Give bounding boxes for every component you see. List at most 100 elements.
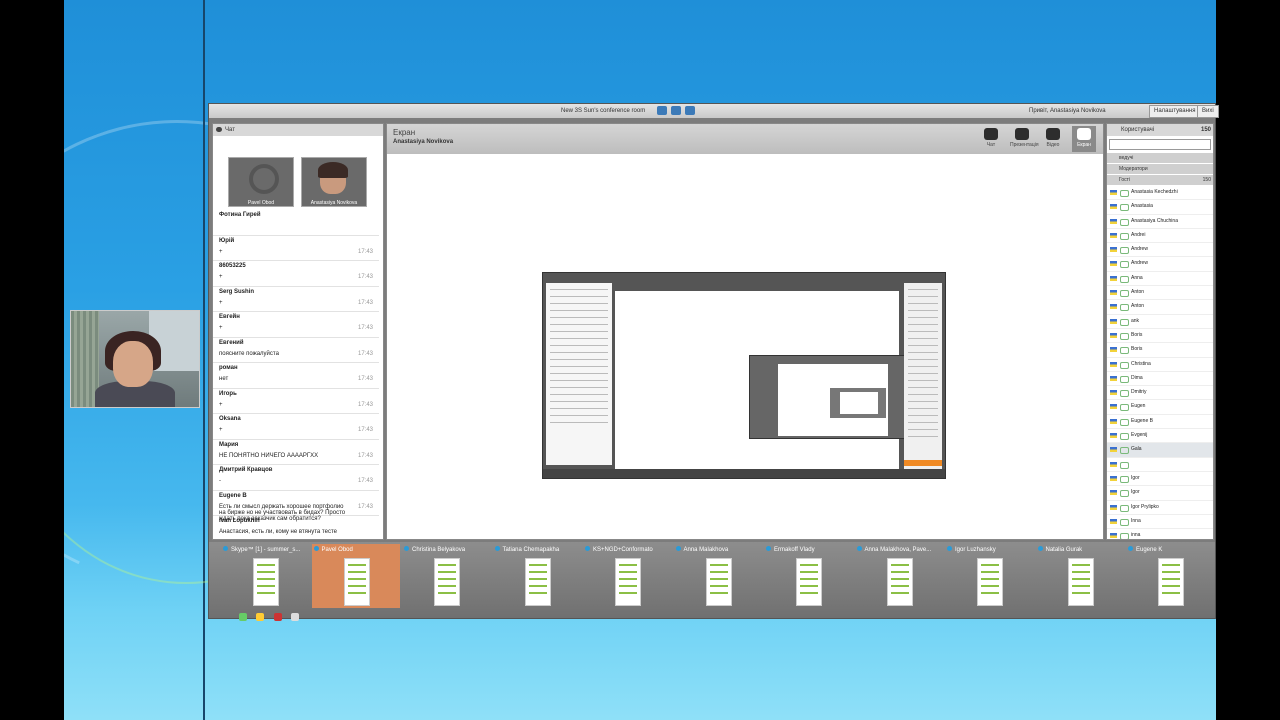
flag-icon: [1110, 318, 1117, 324]
exit-button[interactable]: Вихі: [1197, 105, 1219, 118]
tool-label: Чат: [986, 142, 996, 148]
user-name: Anna: [1131, 274, 1143, 281]
taskbar-window-thumbnail: [524, 558, 551, 606]
taskbar-window-label: Pavel Obod: [314, 546, 400, 553]
user-list-item[interactable]: Anastasiya Chuchina: [1107, 215, 1213, 229]
taskbar-window-button[interactable]: Pavel Obod: [311, 544, 400, 608]
taskbar-window-label: Anna Malakhova, Pave...: [857, 546, 943, 553]
user-list-item[interactable]: Anastasia Kechedzhi: [1107, 186, 1213, 201]
taskbar-window-button[interactable]: Natalia Gurak: [1036, 544, 1124, 608]
user-list-item[interactable]: Dmitriy: [1107, 386, 1213, 401]
taskbar-window-thumbnail: [343, 558, 370, 606]
user-list-item[interactable]: Anna: [1107, 272, 1213, 287]
lock-icon[interactable]: [671, 106, 681, 115]
presentation-icon: [1015, 128, 1029, 140]
message-author: Игорь: [219, 390, 237, 397]
tray-icon-white[interactable]: [291, 613, 300, 621]
nested-screen-level3-content: [840, 392, 878, 414]
user-list-item[interactable]: inna: [1107, 529, 1213, 539]
taskbar-window-button[interactable]: Tatiana Chemapakha: [493, 544, 581, 608]
user-name: Boris: [1131, 331, 1143, 338]
user-list-item[interactable]: Andrew: [1107, 243, 1213, 258]
taskbar-window-button[interactable]: Eugene K: [1126, 544, 1214, 608]
user-list-item[interactable]: Eugene B: [1107, 415, 1213, 430]
flag-icon: [1110, 190, 1117, 195]
flag-icon: [1110, 261, 1117, 267]
user-list-item[interactable]: Evgenij: [1107, 429, 1213, 444]
user-name: Andrei: [1131, 231, 1146, 238]
nested-screen-area: [615, 291, 911, 469]
taskbar-window-thumbnail: [886, 558, 913, 606]
microphone-icon: [1120, 475, 1129, 483]
flag-icon: [1110, 461, 1117, 467]
user-group[interactable]: Модератори: [1107, 164, 1213, 175]
user-group[interactable]: Гості 150: [1107, 175, 1213, 186]
flag-icon: [1110, 347, 1117, 353]
tray-icon-red[interactable]: [273, 613, 282, 621]
message-text: +: [219, 427, 223, 433]
taskbar-window-label: KS+NGD+Conformato: [585, 546, 671, 553]
users-search-input[interactable]: [1109, 139, 1211, 150]
user-list-item[interactable]: Anastasia: [1107, 200, 1213, 215]
flag-icon: [1110, 490, 1117, 496]
message-author: Евгений: [219, 339, 244, 346]
flag-icon: [1110, 518, 1117, 524]
user-list-item[interactable]: Andrew: [1107, 257, 1213, 272]
user-list-item[interactable]: Igor: [1107, 472, 1213, 487]
user-list-item[interactable]: Inna: [1107, 515, 1213, 530]
user-list-item[interactable]: Christina: [1107, 358, 1213, 372]
tool-chat-bubble[interactable]: Чат: [979, 126, 1003, 152]
message-author: Евгейн: [219, 314, 240, 320]
layout-icon[interactable]: [685, 106, 695, 115]
flag-icon: [1110, 404, 1117, 410]
chat-message: Фотина Гирей: [213, 210, 379, 236]
user-list-item[interactable]: Anton: [1107, 286, 1213, 301]
message-author: Фотина Гирей: [219, 212, 261, 218]
video-tile-pavel[interactable]: Pavel Obod: [228, 157, 294, 207]
tool-presentation[interactable]: Презентація: [1010, 126, 1039, 152]
user-list-item[interactable]: Igor: [1107, 486, 1213, 501]
chat-message: Дмитрий Кравцов - 17:43: [213, 465, 379, 491]
user-group[interactable]: ведучі: [1107, 153, 1213, 164]
user-list-item[interactable]: Boris: [1107, 343, 1213, 358]
taskbar-window-button[interactable]: Skype™ [1] - summer_s...: [221, 544, 309, 608]
video-tile-name: Pavel Obod: [247, 200, 275, 206]
tool-video-camera[interactable]: Відео: [1041, 126, 1065, 152]
message-author: Мария: [219, 441, 239, 448]
taskbar-window-button[interactable]: KS+NGD+Conformato: [583, 544, 671, 608]
microphone-icon: [1120, 247, 1129, 255]
user-list-item[interactable]: Eugen: [1107, 400, 1213, 415]
user-list-item[interactable]: ank: [1107, 315, 1213, 329]
taskbar-window-thumbnail: [1067, 558, 1094, 606]
chat-message: Евгений поясните пожалуйста 17:43: [213, 338, 379, 363]
tray-icon-green[interactable]: [239, 613, 247, 621]
message-author: Serg Sushin: [219, 288, 255, 295]
taskbar-window-label: Tatiana Chemapakha: [495, 546, 581, 553]
user-list-item[interactable]: [1107, 458, 1213, 472]
microphone-icon: [1120, 232, 1129, 240]
taskbar-window-button[interactable]: Anna Malakhova, Pave...: [855, 544, 943, 608]
taskbar-window-button[interactable]: Ermakoff Vlady: [764, 544, 852, 608]
user-list-item[interactable]: Anton: [1107, 300, 1213, 315]
user-name: Andrew: [1131, 246, 1148, 253]
settings-icon[interactable]: [657, 106, 667, 115]
taskbar-window-thumbnail: [1158, 558, 1184, 606]
user-list-item[interactable]: Gala: [1107, 443, 1213, 458]
flag-icon: [1110, 247, 1117, 253]
user-list-item[interactable]: Dima: [1107, 372, 1213, 387]
screen-share-panel: Екран Anastasiya Novikova Чат Презентація…: [386, 123, 1104, 540]
tray-icon-yellow[interactable]: [256, 613, 265, 621]
message-text: НЕ ПОНЯТНО НИЧЕГО ААААРГХХ: [219, 452, 319, 459]
flag-icon: [1110, 332, 1117, 338]
user-list-item[interactable]: Igor Prylipko: [1107, 501, 1213, 515]
user-list-item[interactable]: Boris: [1107, 329, 1213, 344]
user-name: inna: [1131, 532, 1141, 539]
user-list-item[interactable]: Andrei: [1107, 229, 1213, 244]
taskbar-window-button[interactable]: Christina Belyakova: [402, 544, 490, 608]
tool-monitor[interactable]: Екран: [1072, 126, 1096, 152]
users-header-label: Користувачі: [1121, 127, 1155, 133]
taskbar-window-button[interactable]: Anna Malakhova: [674, 544, 762, 608]
taskbar-window-button[interactable]: Igor Luzhansky: [945, 544, 1033, 608]
video-tile-anastasiya[interactable]: Anastasiya Novikova: [301, 157, 367, 207]
settings-button[interactable]: Налаштування: [1149, 105, 1201, 118]
